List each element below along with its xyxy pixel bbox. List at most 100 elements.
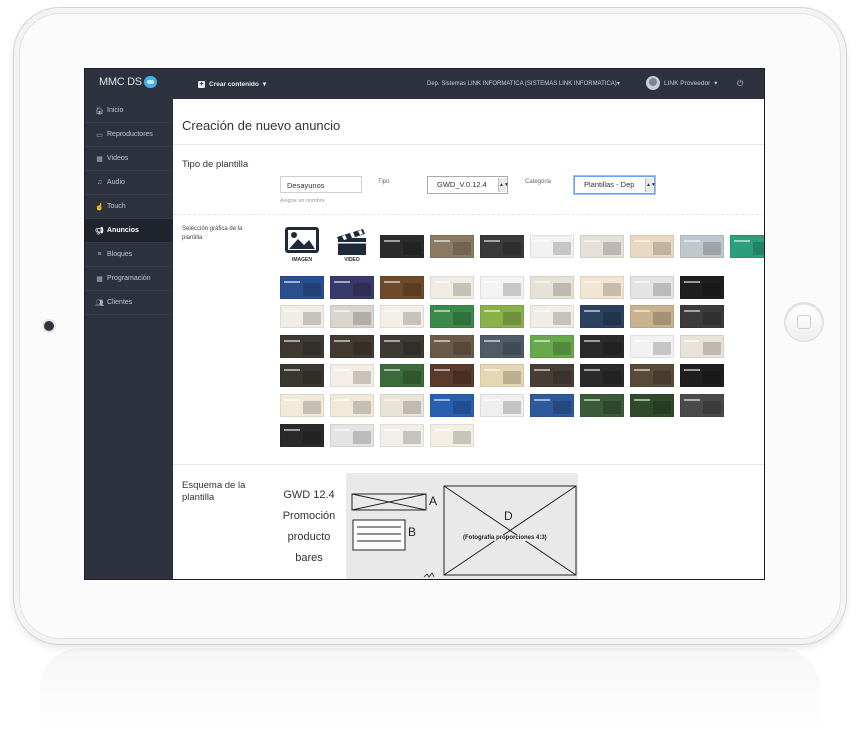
template-thumbnail[interactable] [280,423,324,447]
chat-bubble-icon [143,76,157,88]
template-thumbnail[interactable] [280,305,324,329]
thumbnail-title-line [634,310,650,313]
template-thumbnail[interactable] [280,334,324,358]
template-thumbnail[interactable] [430,423,474,447]
power-icon[interactable]: ⏻ [737,79,743,89]
tipo-select[interactable]: GWD_V.0.12.4 ▲▼ [427,176,509,194]
template-thumbnail[interactable] [330,394,374,417]
sidebar-item-clientes[interactable]: 👥︎ Clientes [85,291,173,315]
template-thumbnail[interactable] [680,275,724,299]
template-thumbnail[interactable] [380,423,424,447]
template-thumbnail[interactable] [430,364,474,388]
sidebar-item-bloques[interactable]: ≡ Bloques [85,243,173,267]
thumbnail-photo [353,312,371,326]
sidebar-item-label: Reproductores [107,131,153,138]
template-thumbnail[interactable] [380,305,424,329]
template-thumbnail[interactable] [680,364,724,388]
name-input[interactable]: Desayunos [280,176,362,193]
thumbnail-photo [353,430,371,444]
sidebar-item-videos[interactable]: ▦ Videos [85,147,173,171]
template-thumbnail[interactable] [680,334,724,358]
template-thumbnail[interactable] [380,235,424,258]
sidebar-item-audio[interactable]: ♫ Audio [85,171,173,195]
users-icon: 👥︎ [95,299,104,307]
template-thumbnail[interactable] [630,275,674,299]
thumbnail-title-line [634,280,650,283]
template-thumbnail[interactable] [380,394,424,417]
thumbnail-title-line [634,240,650,242]
template-thumbnail[interactable] [330,305,374,329]
template-thumbnail[interactable] [580,235,624,258]
template-thumbnail[interactable] [430,235,474,258]
template-thumbnail[interactable] [530,235,574,258]
thumbnail-photo [553,401,571,414]
sidebar-item-reproductores[interactable]: ▭ Reproductores [85,123,173,147]
template-thumbnail[interactable] [630,235,674,258]
template-thumbnail[interactable] [480,235,524,258]
template-thumbnail[interactable] [430,305,474,329]
categoria-select[interactable]: Plantillas - Dep ▲▼ [574,176,656,194]
template-thumbnail[interactable] [380,334,424,358]
home-button[interactable] [785,303,823,341]
template-thumbnail[interactable] [630,305,674,329]
template-thumbnail[interactable] [330,364,374,388]
template-thumbnail[interactable] [580,334,624,358]
template-thumbnail[interactable] [630,394,674,417]
template-thumbnail[interactable] [530,394,574,417]
thumbnail-title-line [534,310,550,313]
template-thumbnail[interactable] [530,334,574,358]
template-thumbnail[interactable] [280,275,324,299]
template-thumbnail[interactable] [480,305,524,329]
app-logo[interactable]: MMC DS [99,76,157,88]
thumbnail-title-line [534,240,550,242]
sidebar-item-programacion[interactable]: ▦ Programación [85,267,173,291]
template-thumbnail[interactable] [330,334,374,358]
sidebar-item-touch[interactable]: ☝ Touch [85,195,173,219]
template-thumbnail[interactable] [480,275,524,299]
template-thumbnail[interactable] [480,394,524,417]
template-thumbnail[interactable] [380,275,424,299]
template-thumbnail[interactable] [430,275,474,299]
imagen-template-button[interactable]: IMAGEN [280,225,324,265]
template-thumbnail[interactable] [280,364,324,388]
sidebar-item-inicio[interactable]: 🏠︎ Inicio [85,99,173,123]
department-menu[interactable]: Dep. Sistemas LINK INFORMATICA (SISTEMAS… [427,80,620,87]
thumbnail-title-line [384,399,400,401]
categoria-select-value: Plantillas - Dep [584,180,635,189]
user-menu[interactable]: LINK Proveedor ▾ [646,76,718,90]
template-thumbnail[interactable] [680,235,724,258]
template-thumbnail[interactable] [480,364,524,388]
template-thumbnail[interactable] [430,334,474,358]
top-navbar: MMC DS + Crear contenido ▾ Dep. Sistemas… [85,69,764,99]
sidebar-item-anuncios[interactable]: 📢︎ Anuncios [85,219,173,243]
template-thumbnail[interactable] [630,334,674,358]
template-thumbnail[interactable] [530,364,574,388]
thumbnail-title-line [334,310,350,313]
template-thumbnail[interactable] [480,334,524,358]
thumbnail-photo [403,341,421,355]
thumbnail-photo [603,401,621,414]
schema-label-b: B [408,525,417,539]
create-content-menu[interactable]: + Crear contenido ▾ [198,80,266,88]
template-thumbnail[interactable] [630,364,674,388]
template-thumbnail[interactable] [280,394,324,417]
template-thumbnail[interactable] [580,275,624,299]
template-thumbnail[interactable] [530,275,574,299]
template-thumbnail[interactable] [330,423,374,447]
template-thumbnail[interactable] [530,305,574,329]
template-thumbnail[interactable] [580,364,624,388]
thumbnail-photo [453,242,471,255]
template-thumbnail[interactable] [330,275,374,299]
template-thumbnail[interactable] [380,364,424,388]
template-thumbnail[interactable] [580,394,624,417]
thumbnail-title-line [534,339,550,342]
thumbnail-title-line [684,310,700,313]
template-thumbnail[interactable] [730,235,764,258]
video-template-button[interactable]: VIDEO [330,225,374,265]
thumbnail-photo [303,371,321,385]
template-thumbnail[interactable] [680,305,724,329]
template-thumbnail[interactable] [580,305,624,329]
template-thumbnail[interactable] [680,394,724,417]
template-thumbnail[interactable] [430,394,474,417]
template-schema-diagram: GWD 12.4 Promoción producto bares A B D … [272,473,578,579]
